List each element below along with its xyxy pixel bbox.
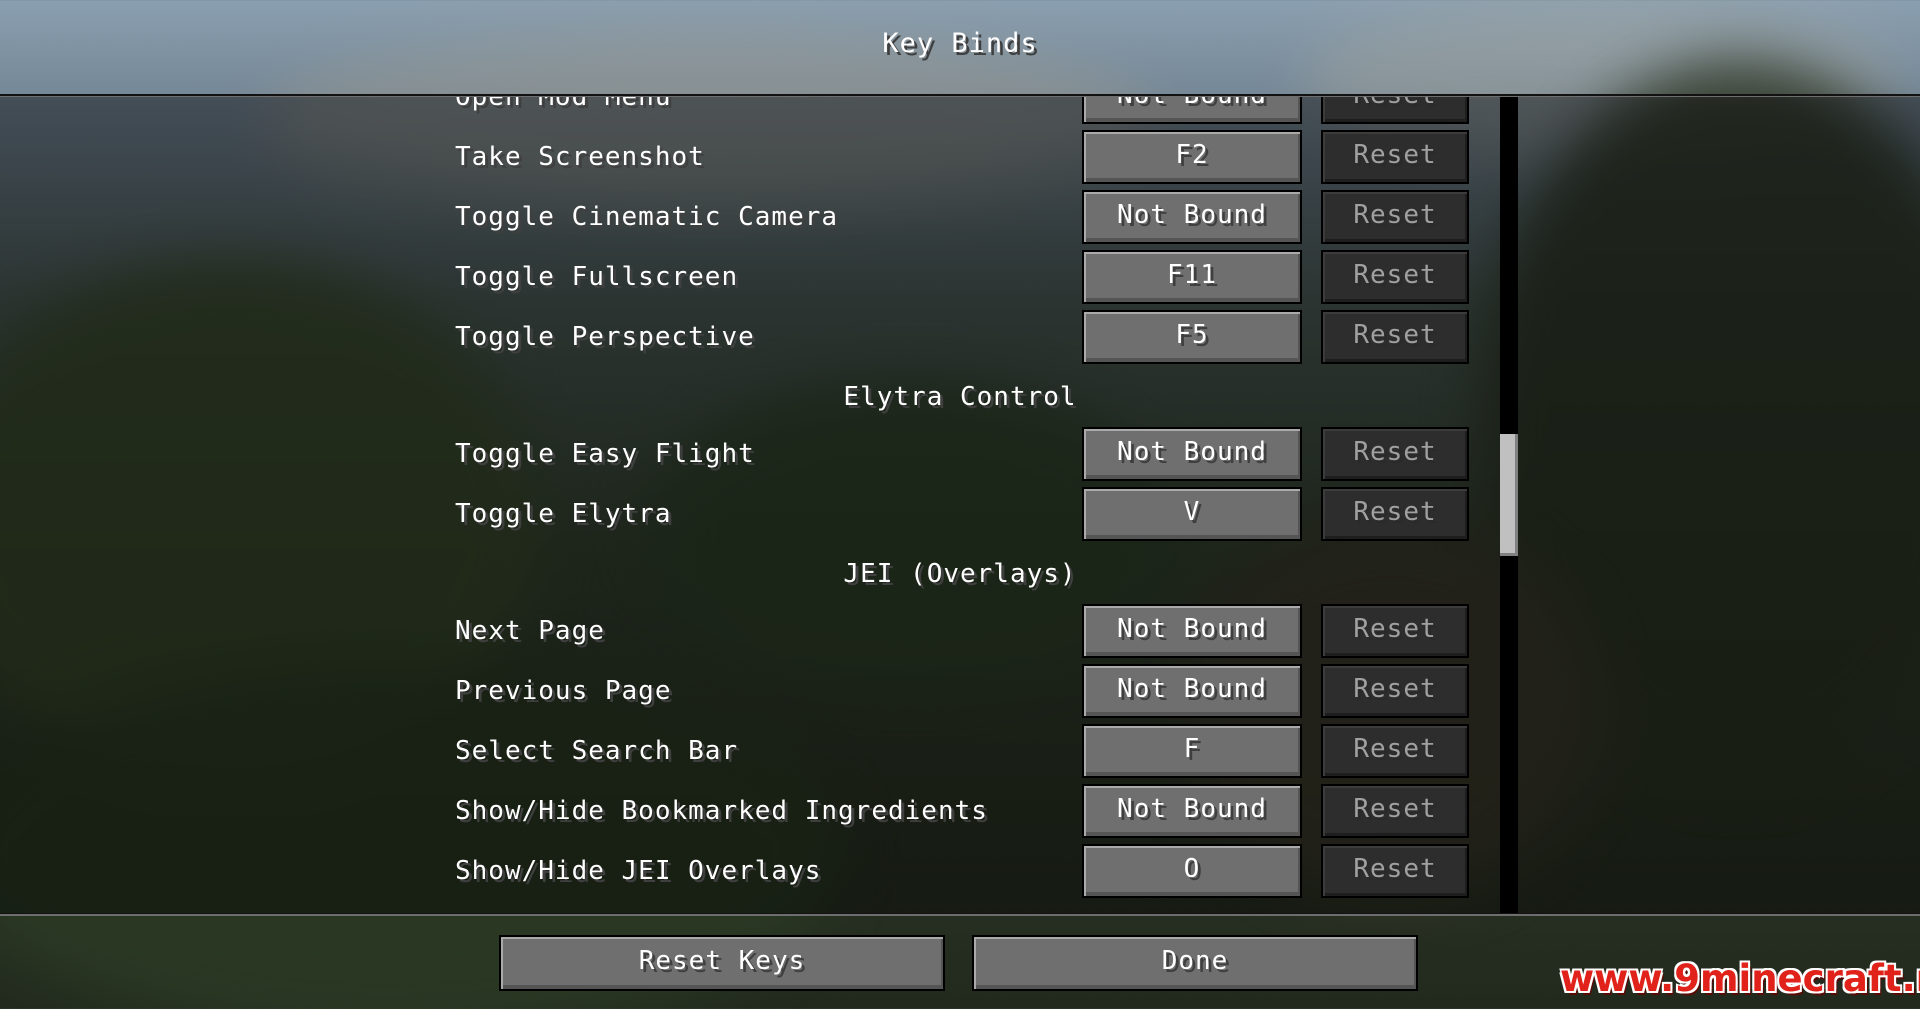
keybind-action-label: Toggle Elytra	[455, 499, 672, 529]
keybind-key-button[interactable]: Not Bound	[1082, 427, 1302, 481]
keybind-key-button[interactable]: F5	[1082, 310, 1302, 364]
keybind-action-label: Select Search Bar	[455, 736, 739, 766]
category-heading: JEI (Overlays)	[843, 559, 1077, 589]
keybind-action-label: Toggle Easy Flight	[455, 439, 755, 469]
keybind-reset-button[interactable]: Reset	[1321, 427, 1469, 481]
keybind-reset-button[interactable]: Reset	[1321, 724, 1469, 778]
keybind-action-label: Toggle Perspective	[455, 322, 755, 352]
keybind-row: Select Search Bar F Reset	[0, 721, 1920, 781]
keybind-row: Toggle Perspective F5 Reset	[0, 307, 1920, 367]
keybind-row: Take Screenshot F2 Reset	[0, 127, 1920, 187]
keybind-reset-button[interactable]: Reset	[1321, 784, 1469, 838]
keybind-list[interactable]: Open Mod MenuNot BoundResetTake Screensh…	[0, 97, 1920, 913]
keybind-row: Show/Hide JEI Overlays O Reset	[0, 841, 1920, 901]
keybind-key-button[interactable]: Not Bound	[1082, 97, 1302, 124]
keybind-row: Previous Page Not Bound Reset	[0, 661, 1920, 721]
screen-title: Key Binds	[882, 28, 1038, 59]
keybind-row: Show/Hide Bookmarked Ingredients Not Boun…	[0, 781, 1920, 841]
keybind-row: Toggle Elytra V Reset	[0, 484, 1920, 544]
keybind-key-button[interactable]: Not Bound	[1082, 784, 1302, 838]
keybind-key-button[interactable]: Not Bound	[1082, 604, 1302, 658]
keybind-action-label: Previous Page	[455, 676, 672, 706]
keybind-row: Toggle Fullscreen F11 Reset	[0, 247, 1920, 307]
reset-keys-button[interactable]: Reset Keys	[499, 935, 945, 991]
keybind-key-button[interactable]: V	[1082, 487, 1302, 541]
footer-divider	[0, 913, 1920, 916]
keybind-reset-button[interactable]: Reset	[1321, 664, 1469, 718]
keybind-action-label: Toggle Cinematic Camera	[455, 202, 839, 232]
keybind-key-button[interactable]: F11	[1082, 250, 1302, 304]
keybind-reset-button[interactable]: Reset	[1321, 190, 1469, 244]
keybind-reset-button[interactable]: Reset	[1321, 97, 1469, 124]
keybind-key-button[interactable]: O	[1082, 844, 1302, 898]
site-watermark: www.9minecraft.net	[1560, 957, 1920, 1000]
keybind-row: Toggle Easy Flight Not Bound Reset	[0, 424, 1920, 484]
keybind-row: Open Mod Menu Not Bound Reset	[0, 97, 1920, 127]
category-heading: Elytra Control	[843, 382, 1077, 412]
keybind-action-label: Show/Hide Bookmarked Ingredients	[455, 796, 988, 826]
keybind-key-button[interactable]: Not Bound	[1082, 190, 1302, 244]
keybind-reset-button[interactable]: Reset	[1321, 487, 1469, 541]
keybind-reset-button[interactable]: Reset	[1321, 130, 1469, 184]
keybind-reset-button[interactable]: Reset	[1321, 250, 1469, 304]
keybind-key-button[interactable]: F2	[1082, 130, 1302, 184]
keybind-action-label: Next Page	[455, 616, 605, 646]
keybind-row: Toggle Cinematic Camera Not Bound Reset	[0, 187, 1920, 247]
keybind-reset-button[interactable]: Reset	[1321, 604, 1469, 658]
keybind-action-label: Take Screenshot	[455, 142, 705, 172]
done-button[interactable]: Done	[972, 935, 1418, 991]
keybind-row: Next Page Not Bound Reset	[0, 601, 1920, 661]
keybind-action-label: Show/Hide JEI Overlays	[455, 856, 822, 886]
keybind-reset-button[interactable]: Reset	[1321, 844, 1469, 898]
keybind-key-button[interactable]: F	[1082, 724, 1302, 778]
keybind-action-label: Open Mod Menu	[455, 97, 672, 112]
keybind-action-label: Toggle Fullscreen	[455, 262, 739, 292]
keybind-reset-button[interactable]: Reset	[1321, 310, 1469, 364]
keybind-key-button[interactable]: Not Bound	[1082, 664, 1302, 718]
